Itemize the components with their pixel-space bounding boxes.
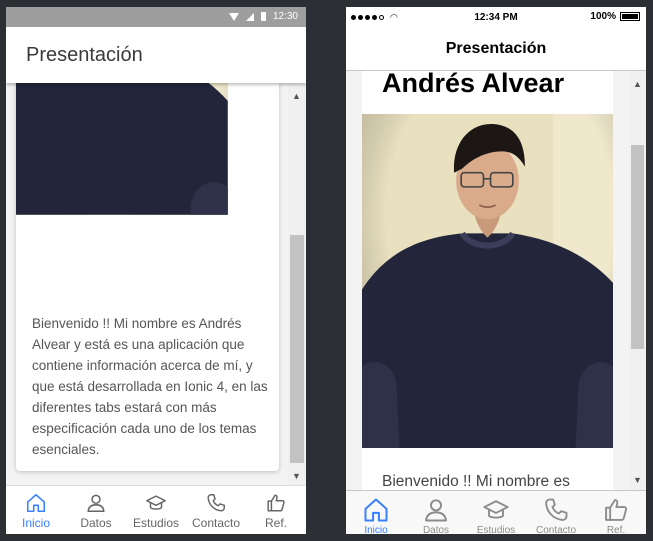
tab-inicio[interactable]: Inicio — [6, 486, 66, 534]
scrollbar[interactable]: ▲ ▼ — [288, 83, 306, 485]
school-icon — [482, 496, 510, 524]
battery-icon — [620, 12, 640, 21]
scrollbar-thumb[interactable] — [631, 145, 644, 349]
signal-icon — [245, 12, 254, 21]
profile-photo — [16, 83, 279, 298]
ios-device: ◠ 12:34 PM 100% Presentación Andrés Alve… — [346, 7, 646, 534]
school-icon — [145, 492, 167, 514]
tab-ref[interactable]: Ref. — [586, 491, 646, 534]
thumbs-up-icon — [265, 492, 287, 514]
tab-label: Contacto — [535, 525, 577, 534]
page-title: Presentación — [445, 40, 547, 57]
person-icon — [422, 496, 450, 524]
tab-estudios[interactable]: Estudios — [466, 491, 526, 534]
welcome-text: Bienvenido !! Mi nombre es Andrés Alvear… — [32, 316, 268, 457]
ios-content[interactable]: Andrés Alvear Bienvenido !! Mi nombre es — [346, 71, 646, 490]
tab-label: Estudios — [476, 525, 516, 534]
android-status-bar: 12:30 — [6, 7, 306, 27]
android-device: 12:30 Presentación Bienvenido !! Mi nomb… — [6, 7, 306, 534]
tab-contacto[interactable]: Contacto — [526, 491, 586, 534]
tab-label: Ref. — [606, 525, 626, 534]
wifi-icon — [228, 12, 239, 21]
person-icon — [85, 492, 107, 514]
scroll-up-icon[interactable]: ▲ — [292, 91, 301, 101]
page-title: Presentación — [26, 44, 143, 66]
tab-label: Inicio — [364, 525, 388, 534]
profile-photo — [362, 114, 613, 448]
tab-datos[interactable]: Datos — [66, 486, 126, 534]
scroll-down-icon[interactable]: ▼ — [633, 475, 642, 485]
scrollbar[interactable]: ▲ ▼ — [629, 71, 646, 490]
android-header: Presentación — [6, 27, 306, 83]
battery-icon — [260, 12, 266, 21]
tab-inicio[interactable]: Inicio — [346, 491, 406, 534]
scroll-down-icon[interactable]: ▼ — [292, 471, 301, 481]
tab-ref[interactable]: Ref. — [246, 486, 306, 534]
welcome-text: Bienvenido !! Mi nombre es — [382, 473, 570, 490]
tab-label: Datos — [80, 516, 112, 530]
ios-header: Presentación — [346, 27, 646, 71]
tab-contacto[interactable]: Contacto — [186, 486, 246, 534]
tab-label: Contacto — [191, 516, 241, 530]
tab-bar: Inicio Datos Estudios Contacto Ref. — [346, 490, 646, 534]
home-icon — [362, 496, 390, 524]
tab-datos[interactable]: Datos — [406, 491, 466, 534]
tab-label: Estudios — [132, 516, 180, 530]
profile-name: Andrés Alvear — [382, 71, 565, 98]
tab-label: Ref. — [264, 516, 287, 530]
scrollbar-thumb[interactable] — [290, 235, 304, 463]
tab-label: Inicio — [21, 516, 50, 530]
presentation-card: Bienvenido !! Mi nombre es Andrés Alvear… — [16, 83, 279, 471]
thumbs-up-icon — [602, 496, 630, 524]
phone-icon — [205, 492, 227, 514]
ios-status-bar: ◠ 12:34 PM 100% — [346, 7, 646, 27]
tab-label: Datos — [422, 525, 450, 534]
home-icon — [25, 492, 47, 514]
presentation-card: Andrés Alvear Bienvenido !! Mi nombre es — [362, 71, 613, 490]
tab-estudios[interactable]: Estudios — [126, 486, 186, 534]
android-status-time: 12:30 — [272, 11, 298, 22]
phone-icon — [542, 496, 570, 524]
scroll-up-icon[interactable]: ▲ — [633, 79, 642, 89]
android-content[interactable]: Bienvenido !! Mi nombre es Andrés Alvear… — [6, 83, 306, 485]
battery-percent: 100% — [590, 11, 616, 22]
tab-bar: Inicio Datos Estudios Contacto Ref. — [6, 485, 306, 534]
